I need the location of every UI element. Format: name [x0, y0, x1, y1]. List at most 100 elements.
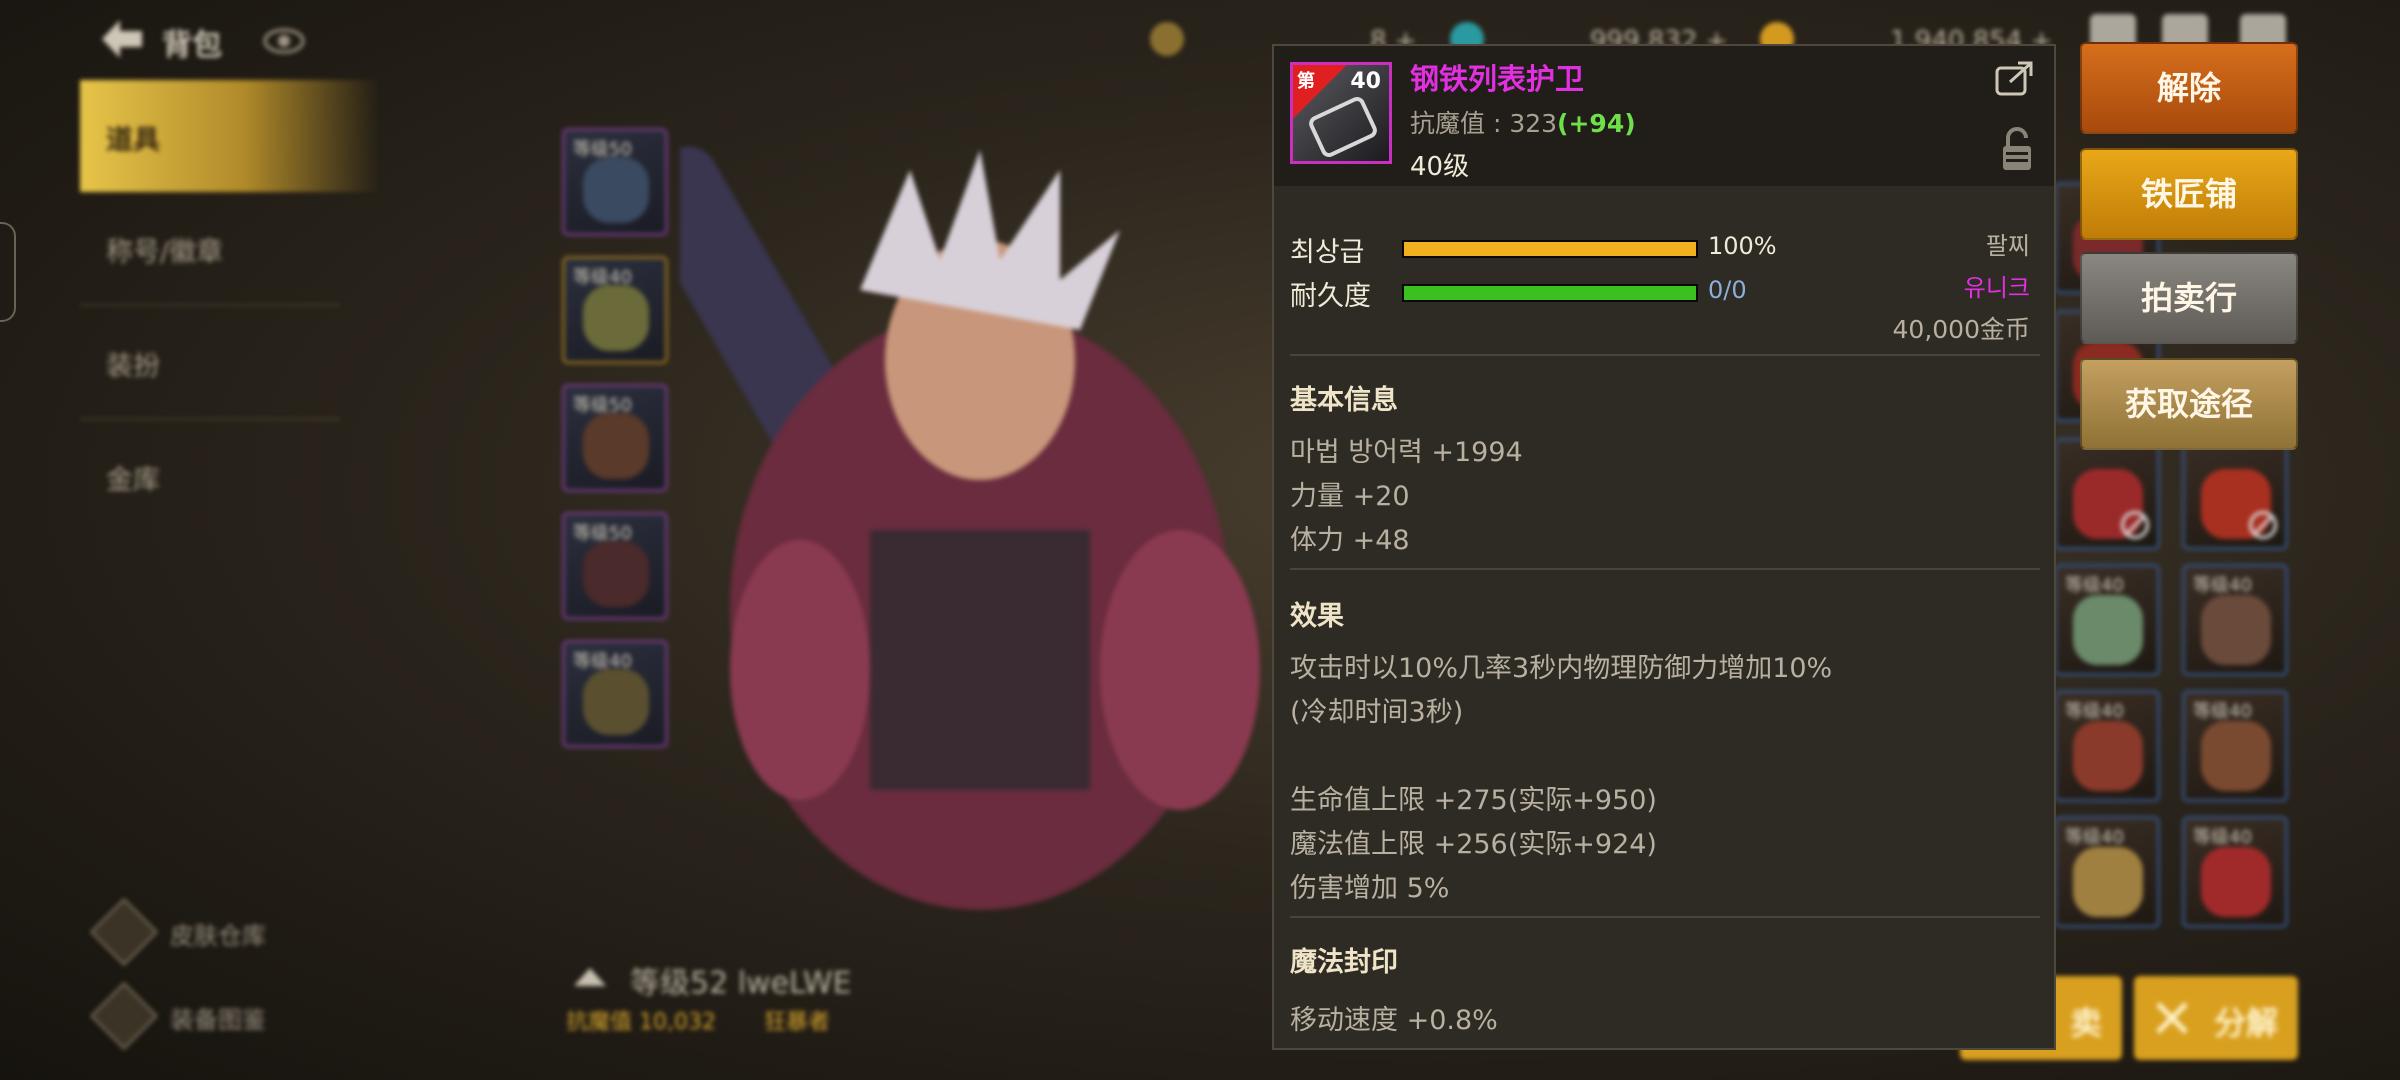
cell-level: 等级40 [2065, 575, 2124, 596]
obtain-source-label: 获取途径 [2124, 385, 2253, 423]
durability-value: 0/0 [1708, 276, 1747, 304]
divider [1290, 916, 2040, 918]
sidebar-item-items[interactable]: 道具 [80, 80, 380, 192]
sidebar-item-avatar[interactable]: 装扮 [80, 306, 380, 418]
item-icon [2201, 595, 2271, 665]
wardrobe-label: 皮肤仓库 [170, 922, 266, 950]
item-magic-defense: 抗魔值 : 323(+94) [1410, 104, 1636, 140]
character-class: 狂暴者 [764, 1010, 831, 1035]
back-arrow-icon[interactable] [96, 16, 146, 62]
page-title: 背包 [162, 28, 222, 63]
disassemble-button[interactable]: 分解 [2134, 976, 2298, 1060]
stat-line: 力量 +20 [1290, 481, 1410, 512]
level-up-icon [574, 968, 606, 986]
obtain-source-button[interactable]: 获取途径 [2080, 358, 2298, 450]
share-icon[interactable] [1994, 58, 2036, 98]
release-label: 解除 [2156, 69, 2221, 107]
coin-icon [1150, 22, 1184, 56]
boots-icon [583, 669, 649, 735]
divider [1290, 568, 2040, 570]
sidebar-item-label: 称号/徽章 [106, 237, 224, 268]
item-price: 40,000金币 [1892, 315, 2030, 344]
side-drawer-handle[interactable] [0, 222, 16, 322]
durability-bar-fill [1404, 286, 1696, 300]
sidebar-item-vault[interactable]: 金库 [80, 420, 380, 532]
cell-level: 等级40 [2193, 701, 2252, 722]
belt-icon [583, 541, 649, 607]
inventory-cell[interactable]: 等级40 [2054, 564, 2160, 676]
release-button[interactable]: 解除 [2080, 42, 2298, 134]
section-magic-seal: 魔法封印 [1290, 947, 1398, 978]
stat-line: 体力 +48 [1290, 525, 1410, 556]
durability-label: 耐久度 [1290, 281, 1371, 312]
sidebar-item-label: 道具 [106, 125, 160, 156]
effect-line: 魔法值上限 +256(实际+924) [1290, 829, 1657, 860]
effect-line: 攻击时以10%几率3秒内物理防御力增加10% [1290, 653, 1833, 684]
helmet-icon [583, 157, 649, 223]
legs-icon [583, 413, 649, 479]
item-required-level: 40级 [1410, 152, 1470, 182]
blacksmith-label: 铁匠铺 [2140, 175, 2237, 213]
eye-icon[interactable] [262, 24, 306, 58]
grade-label: 최상급 [1290, 237, 1365, 268]
item-name: 钢铁列表护卫 [1410, 62, 1585, 96]
lock-icon[interactable] [2000, 126, 2034, 172]
durability-bar [1402, 284, 1698, 302]
effect-line: 生命值上限 +275(实际+950) [1290, 785, 1657, 816]
equip-slot-boots[interactable]: 等级40 [562, 640, 668, 748]
ban-icon [2121, 511, 2149, 539]
cell-level: 等级40 [2193, 575, 2252, 596]
equip-slot-belt[interactable]: 等级50 [562, 512, 668, 620]
tier-text: 第 [1297, 71, 1315, 92]
inventory-cell[interactable]: 等级40 [2182, 690, 2288, 802]
grade-bar [1402, 240, 1698, 258]
sell-label: 卖 [2069, 1004, 2102, 1042]
auction-house-label: 拍卖行 [2140, 279, 2237, 317]
inventory-cell[interactable] [2182, 438, 2288, 550]
sidebar: 道具 称号/徽章 装扮 金库 [80, 80, 380, 550]
tooltip-header: 第 40 钢铁列表护卫 抗魔值 : 323(+94) 40级 [1274, 46, 2054, 186]
divider [1290, 354, 2040, 356]
item-tooltip: 第 40 钢铁列表护卫 抗魔值 : 323(+94) 40级 최상급 100% … [1272, 44, 2056, 1050]
equip-slot-weapon[interactable]: 等级50 [562, 128, 668, 236]
inventory-cell[interactable]: 等级40 [2182, 564, 2288, 676]
section-basic-info: 基本信息 [1290, 385, 1398, 416]
item-icon [2201, 847, 2271, 917]
codex-icon [90, 982, 158, 1050]
sidebar-item-titles[interactable]: 称号/徽章 [80, 192, 380, 304]
character-info: 等级52 lweLWE 抗魔值 10,032 狂暴者 [566, 954, 1166, 1035]
wardrobe-icon [90, 898, 158, 966]
ban-icon [2249, 511, 2277, 539]
sidebar-item-label: 金库 [106, 465, 160, 496]
blacksmith-button[interactable]: 铁匠铺 [2080, 148, 2298, 240]
character-level: 等级52 lweLWE [630, 966, 852, 1001]
grade-value: 100% [1708, 232, 1777, 260]
item-icon [2073, 721, 2143, 791]
effect-line: 伤害增加 5% [1290, 873, 1450, 904]
character-power: 抗魔值 10,032 [566, 1010, 716, 1035]
inventory-cell[interactable]: 等级40 [2054, 690, 2160, 802]
item-icon [2073, 847, 2143, 917]
equip-slot-legs[interactable]: 等级50 [562, 384, 668, 492]
armor-icon [583, 285, 649, 351]
mdef-bonus: (+94) [1557, 109, 1636, 138]
item-slot-type: 팔찌 [1985, 232, 2030, 260]
disassemble-icon [2156, 1002, 2188, 1034]
cell-level: 等级40 [2193, 827, 2252, 848]
inventory-cell[interactable]: 等级40 [2054, 816, 2160, 928]
sidebar-item-label: 装扮 [106, 351, 160, 382]
wardrobe-link[interactable]: 皮肤仓库 [90, 898, 360, 966]
cell-level: 等级40 [2065, 827, 2124, 848]
codex-label: 装备图鉴 [170, 1006, 266, 1034]
equip-slot-armor[interactable]: 等级40 [562, 256, 668, 364]
section-effect: 效果 [1290, 601, 1344, 632]
item-rarity: 유니크 [1963, 274, 2030, 302]
effect-line: (冷却时间3秒) [1290, 697, 1464, 728]
inventory-cell[interactable] [2054, 438, 2160, 550]
stat-line: 마법 방어력 +1994 [1290, 437, 1523, 468]
disassemble-label: 分解 [2213, 1004, 2278, 1042]
auction-house-button[interactable]: 拍卖行 [2080, 252, 2298, 344]
inventory-cell[interactable]: 等级40 [2182, 816, 2288, 928]
item-icon [2201, 721, 2271, 791]
codex-link[interactable]: 装备图鉴 [90, 982, 360, 1050]
